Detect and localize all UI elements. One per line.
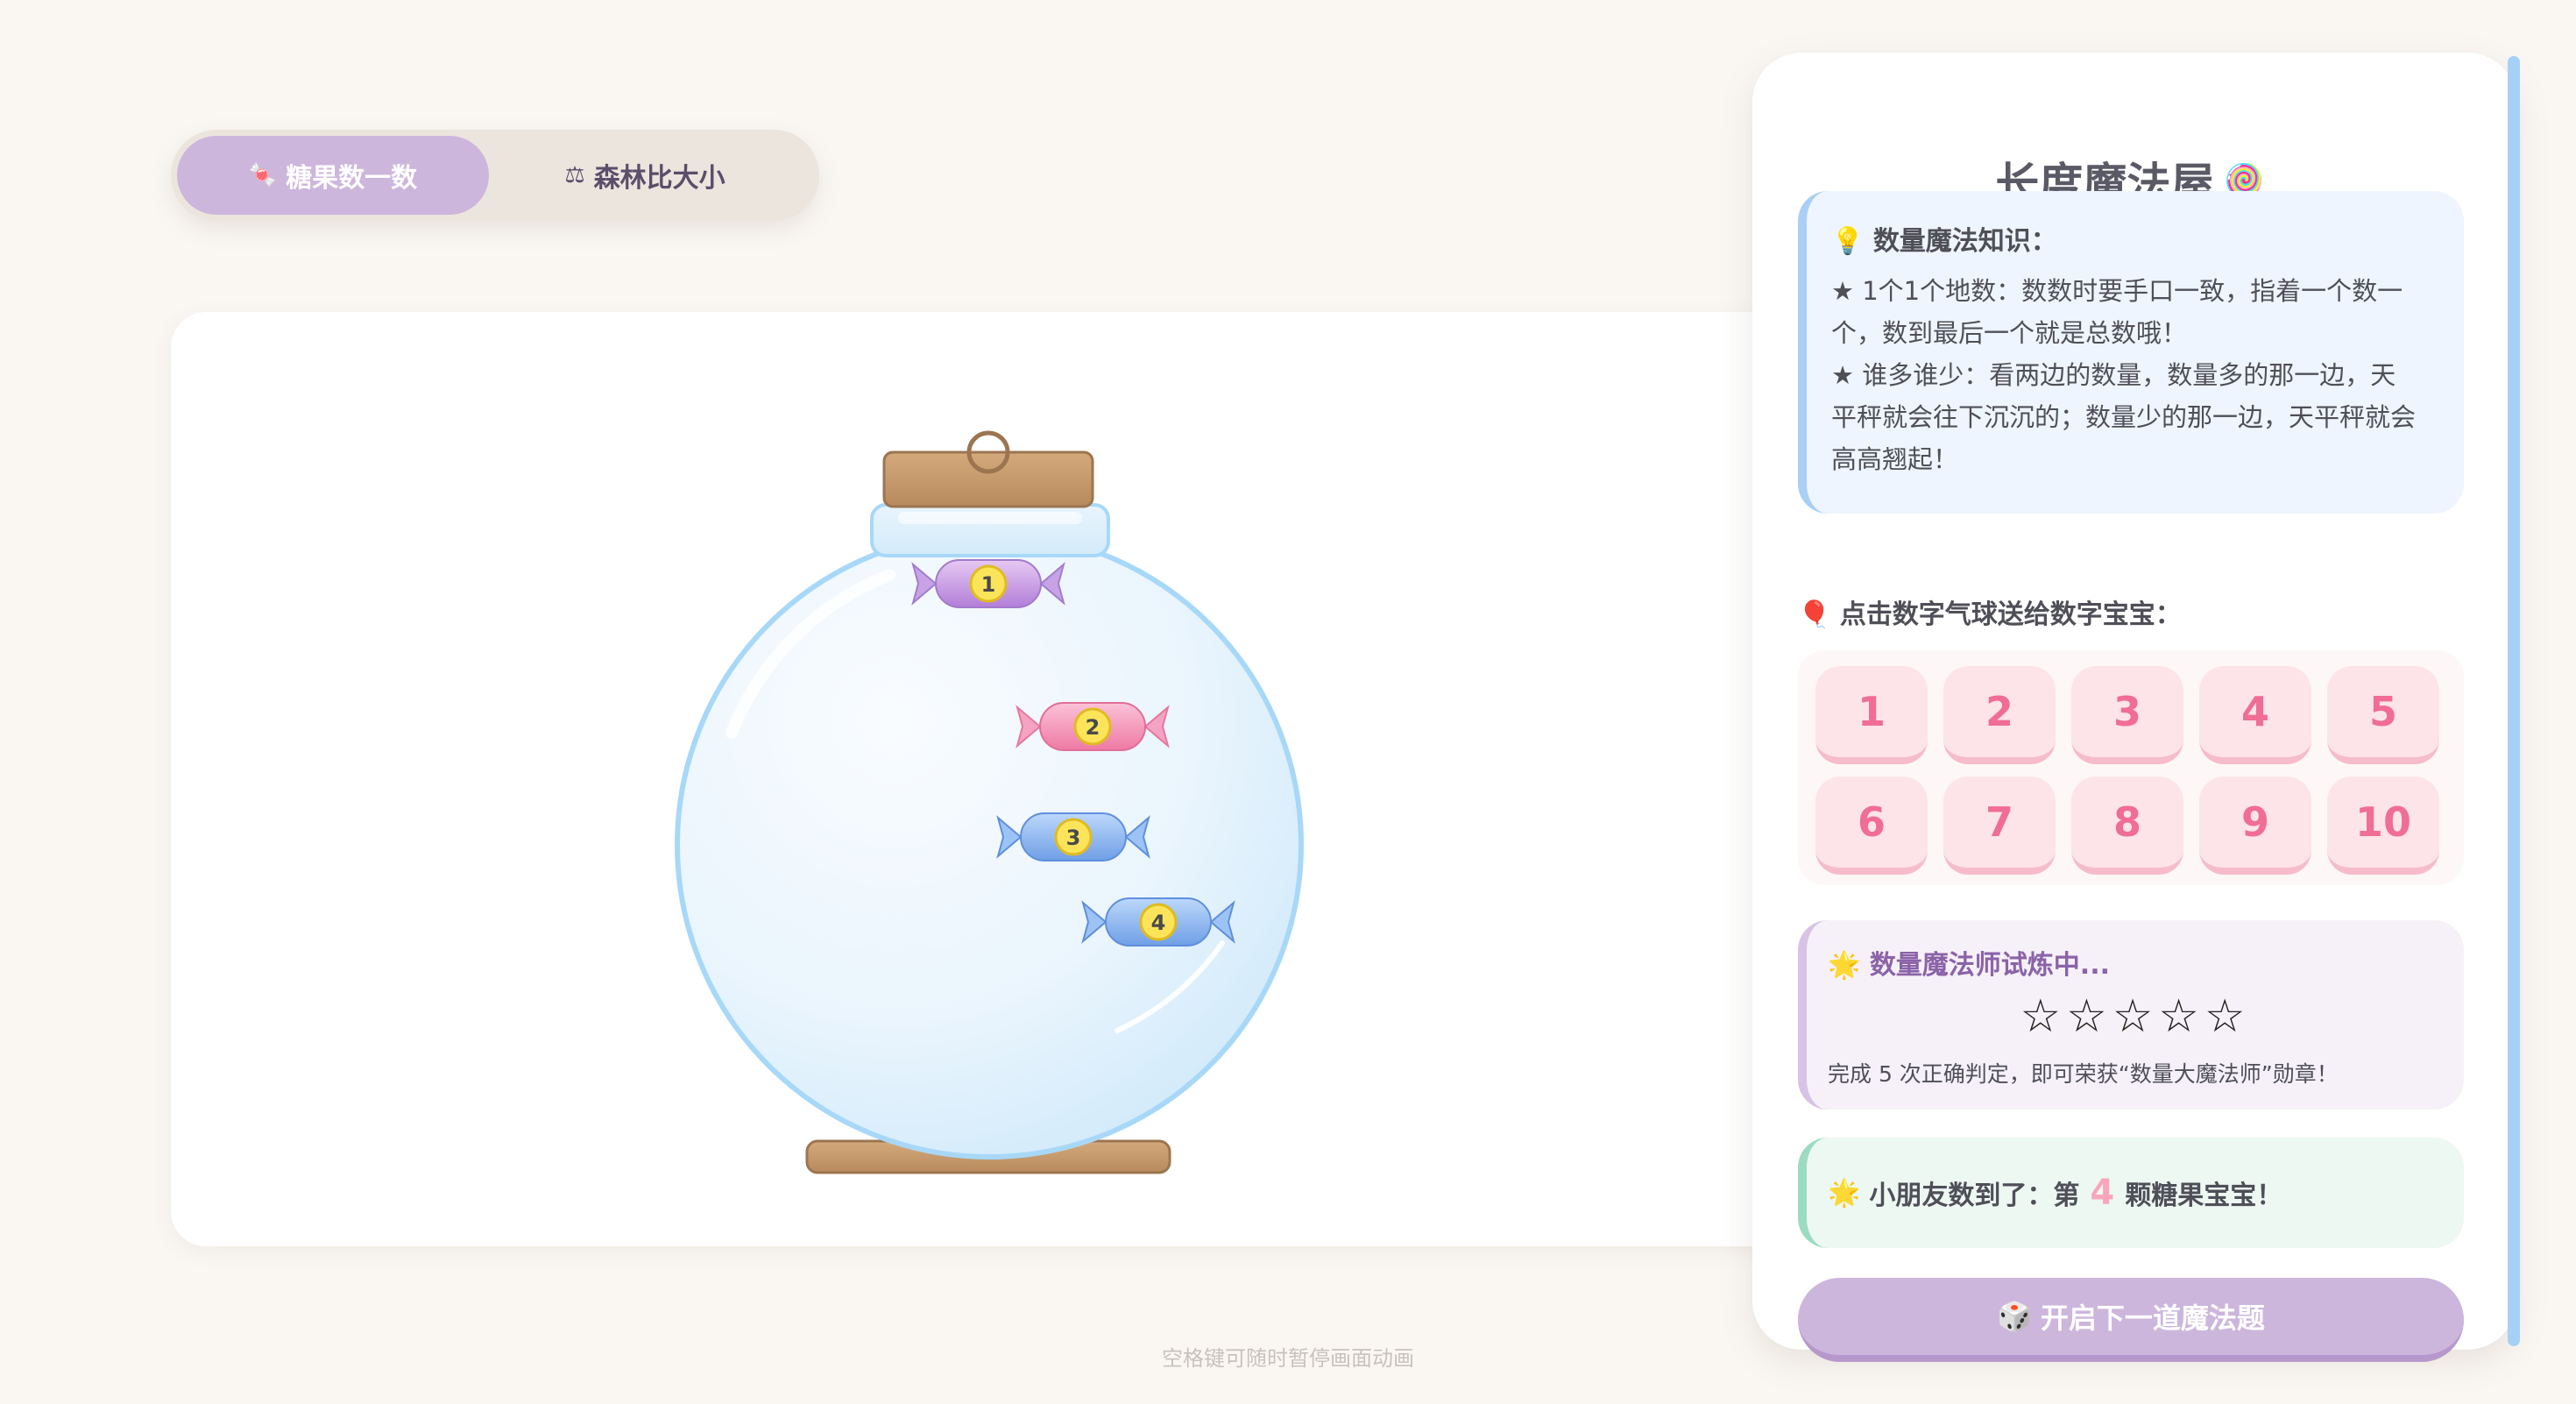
- balance-scale-icon: ⚖: [564, 162, 585, 188]
- tab-forest-compare-label: 森林比大小: [593, 163, 725, 194]
- tab-candy-count[interactable]: 🍬 糖果数一数: [177, 136, 489, 215]
- number-balloon-grid: 1 2 3 4 5 6 7 8 9 10: [1798, 650, 2464, 885]
- number-button-2[interactable]: 2: [1943, 666, 2056, 764]
- knowledge-line: 高高翘起！: [1831, 444, 1959, 474]
- number-button-7[interactable]: 7: [1943, 776, 2056, 875]
- trial-heading: 🌟 数量魔法师试炼中...: [1828, 943, 2443, 982]
- magic-house-panel: 长度魔法屋 🍭 💡 数量魔法知识： ★ 1个1个地数：数数时要手口一致，指着一个数…: [1752, 53, 2516, 1362]
- trial-heading-text: 数量魔法师试炼中...: [1869, 950, 2111, 981]
- glowing-star-icon: 🌟: [1828, 950, 1861, 981]
- number-button-6[interactable]: 6: [1815, 776, 1928, 875]
- candy-4-number: 4: [1151, 911, 1166, 935]
- knowledge-line: ★ 谁多谁少：看两边的数量，数量多的那一边，天: [1831, 360, 2396, 390]
- knowledge-line: 个，数到最后一个就是总数哦！: [1831, 318, 2188, 348]
- dice-icon: 🎲: [1997, 1300, 2032, 1333]
- star-rating: ☆☆☆☆☆: [2020, 990, 2251, 1043]
- progress-prefix: 小朋友数到了：第: [1869, 1181, 2080, 1211]
- tab-forest-compare[interactable]: ⚖ 森林比大小: [489, 136, 801, 215]
- candy-1-number: 1: [981, 572, 996, 597]
- knowledge-heading: 💡 数量魔法知识：: [1831, 219, 2438, 258]
- number-button-3[interactable]: 3: [2071, 666, 2183, 764]
- candy-2-number: 2: [1086, 715, 1100, 740]
- trial-note: 完成 5 次正确判定，即可荣获“数量大魔法师”勋章！: [1828, 1061, 2339, 1087]
- footer-hint: 空格键可随时暂停画面动画: [1162, 1346, 1414, 1371]
- count-progress: 🌟 小朋友数到了：第 4 颗糖果宝宝！: [1798, 1138, 2464, 1248]
- number-button-4[interactable]: 4: [2199, 666, 2311, 764]
- stage-card: 1 2 3 4: [171, 312, 1976, 1246]
- number-button-1[interactable]: 1: [1815, 666, 1928, 764]
- jar-glass: [675, 530, 1304, 1159]
- mode-tabs: 🍬 糖果数一数 ⚖ 森林比大小: [171, 130, 819, 221]
- trial-box: 🌟 数量魔法师试炼中... ☆☆☆☆☆ 完成 5 次正确判定，即可荣获“数量大魔…: [1798, 920, 2464, 1110]
- number-button-9[interactable]: 9: [2199, 776, 2311, 875]
- lightbulb-icon: 💡: [1831, 226, 1865, 257]
- balloon-icon: 🎈: [1798, 599, 1831, 630]
- progress-suffix: 颗糖果宝宝！: [2125, 1181, 2283, 1211]
- knowledge-box: 💡 数量魔法知识： ★ 1个1个地数：数数时要手口一致，指着一个数一 个，数到最…: [1798, 191, 2464, 514]
- next-question-label: 开启下一道魔法题: [2040, 1301, 2265, 1335]
- tab-candy-count-label: 糖果数一数: [286, 163, 418, 194]
- knowledge-line: ★ 1个1个地数：数数时要手口一致，指着一个数一: [1831, 276, 2403, 306]
- glowing-star-icon: 🌟: [1828, 1177, 1861, 1209]
- knowledge-line: 平秤就会往下沉沉的；数量少的那一边，天平秤就会: [1831, 402, 2417, 432]
- number-button-8[interactable]: 8: [2071, 776, 2183, 875]
- panel-scrollbar[interactable]: [2508, 56, 2520, 1346]
- number-button-5[interactable]: 5: [2327, 666, 2439, 764]
- balloon-prompt-text: 点击数字气球送给数字宝宝：: [1839, 599, 2182, 630]
- candy-jar-scene: 1 2 3 4: [675, 430, 1304, 1174]
- progress-count: 4: [2090, 1173, 2115, 1213]
- number-button-10[interactable]: 10: [2327, 776, 2439, 875]
- candy-icon: 🍬: [248, 162, 278, 188]
- jar-lid: [882, 450, 1094, 508]
- balloon-prompt: 🎈 点击数字气球送给数字宝宝：: [1798, 592, 2182, 631]
- candy-3-number: 3: [1066, 826, 1081, 850]
- knowledge-heading-text: 数量魔法知识：: [1872, 226, 2057, 257]
